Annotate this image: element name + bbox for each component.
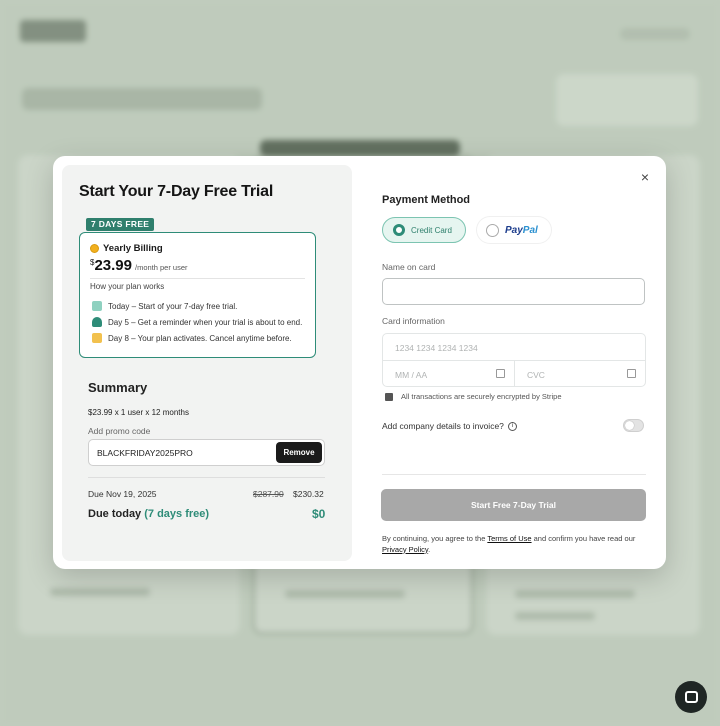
promo-input[interactable]: BLACKFRIDAY2025PRO Remove [88, 439, 325, 466]
summary-line: $23.99 x 1 user x 12 months [88, 408, 189, 417]
secure-note-text: All transactions are securely encrypted … [401, 392, 562, 401]
due-today-amount: $0 [312, 507, 326, 521]
name-on-card-input[interactable] [382, 278, 645, 305]
radio-unselected-icon [486, 223, 499, 237]
paypal-logo: PayPal [505, 224, 538, 236]
credit-card-label: Credit Card [411, 225, 452, 235]
privacy-link[interactable]: Privacy Policy [382, 545, 428, 554]
price-period: /month per user [135, 263, 188, 272]
plan-step-text: Today – Start of your 7-day free trial. [108, 301, 238, 311]
lock-icon [385, 392, 393, 401]
trial-modal: Start Your 7-Day Free Trial Yearly Billi… [53, 156, 666, 569]
bell-icon [92, 317, 102, 327]
card-info-label: Card information [382, 316, 445, 326]
plan-step: Day 5 – Get a reminder when your trial i… [92, 317, 302, 327]
company-details-toggle[interactable] [623, 419, 644, 432]
payment-method-title: Payment Method [382, 194, 471, 206]
due-today-label: Due today (7 days free) [88, 508, 209, 520]
plan-step: Today – Start of your 7-day free trial. [92, 301, 237, 311]
how-plan-works-label: How your plan works [90, 282, 165, 291]
radio-selected-icon [393, 224, 405, 236]
credit-card-option[interactable]: Credit Card [382, 217, 466, 243]
close-icon[interactable]: × [638, 170, 652, 184]
plan-step: Day 8 – Your plan activates. Cancel anyt… [92, 333, 292, 343]
remove-promo-button[interactable]: Remove [276, 442, 322, 463]
summary-title: Summary [88, 380, 148, 395]
card-number-input[interactable]: 1234 1234 1234 1234 [395, 343, 478, 353]
info-icon[interactable]: i [507, 421, 517, 431]
due-date-label: Due Nov 19, 2025 [88, 489, 157, 499]
divider [382, 474, 646, 475]
terms-link[interactable]: Terms of Use [487, 534, 531, 543]
due-today-free: (7 days free) [144, 508, 210, 520]
chat-icon [684, 691, 698, 703]
original-price: $287.90 [253, 489, 284, 499]
card-icon [627, 369, 636, 378]
plan-step-text: Day 8 – Your plan activates. Cancel anyt… [108, 333, 292, 343]
billing-label: Yearly Billing [103, 243, 163, 254]
price-row: $ 23.99 /month per user [90, 257, 188, 274]
company-details-label: Add company details to invoice? [382, 421, 504, 431]
price-value: 23.99 [94, 257, 132, 274]
modal-title: Start Your 7-Day Free Trial [79, 183, 274, 200]
coin-icon [90, 244, 99, 253]
discounted-price: $230.32 [293, 489, 324, 499]
summary-divider [88, 477, 325, 478]
secure-note: All transactions are securely encrypted … [385, 392, 562, 401]
due-today-text: Due today [88, 508, 142, 520]
crown-icon [92, 333, 102, 343]
billing-row: Yearly Billing [90, 243, 163, 254]
plan-step-text: Day 5 – Get a reminder when your trial i… [108, 317, 303, 327]
card-info-group: 1234 1234 1234 1234 MM / AA CVC [382, 333, 646, 387]
cvc-input[interactable]: CVC [527, 370, 545, 380]
terms-text: By continuing, you agree to the Terms of… [382, 534, 636, 554]
promo-label: Add promo code [88, 426, 151, 436]
calendar-icon [496, 369, 505, 378]
promo-value: BLACKFRIDAY2025PRO [97, 448, 193, 458]
divider [514, 360, 515, 386]
company-details-row: Add company details to invoice? i [382, 421, 517, 431]
name-on-card-label: Name on card [382, 262, 436, 272]
divider [90, 278, 305, 279]
paypal-option[interactable]: PayPal [477, 217, 551, 243]
gift-icon [92, 301, 102, 311]
expiry-input[interactable]: MM / AA [395, 370, 427, 380]
plan-card: Yearly Billing $ 23.99 /month per user H… [79, 232, 316, 358]
free-trial-badge: 7 DAYS FREE [86, 218, 155, 231]
chat-button[interactable] [675, 681, 707, 713]
start-trial-button[interactable]: Start Free 7-Day Trial [381, 489, 646, 521]
